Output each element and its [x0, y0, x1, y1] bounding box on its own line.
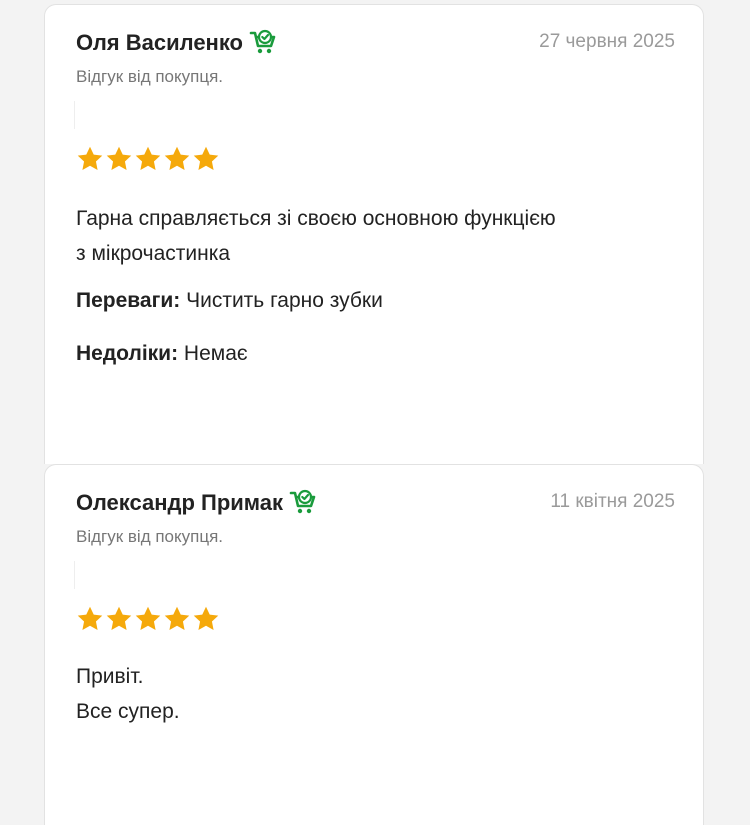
cons-label: Недоліки: [76, 342, 179, 365]
author-name[interactable]: Оля Василенко [76, 30, 243, 56]
cart-check-icon [289, 489, 316, 514]
reviews-page: Оля Василенко 27 червня 2025 Відгук від … [0, 0, 750, 825]
cons-value: Немає [183, 342, 248, 365]
star-icon [77, 146, 103, 170]
star-icon [164, 146, 190, 170]
review-card: Оля Василенко 27 червня 2025 Відгук від … [44, 4, 704, 464]
review-text-line: Все супер. [76, 700, 180, 723]
star-icon [77, 606, 103, 630]
buyer-review-label: Відгук від покупця. [76, 527, 224, 546]
cart-check-icon [249, 29, 276, 54]
buyer-review-label: Відгук від покупця. [76, 67, 224, 86]
rating-stars [76, 145, 220, 173]
review-text-line: Гарна справляється зі своєю основною фун… [76, 207, 556, 230]
review-text-line: Привіт. [76, 665, 144, 688]
review-text: Привіт. Все супер. [76, 659, 676, 729]
review-text: Гарна справляється зі своєю основною фун… [76, 201, 676, 271]
review-date: 11 квітня 2025 [550, 491, 675, 512]
star-icon [164, 606, 190, 630]
star-icon [135, 606, 161, 630]
divider [74, 101, 75, 129]
review-card: Олександр Примак 11 квітня 2025 Відгук в… [44, 464, 704, 825]
review-author: Олександр Примак [76, 489, 317, 517]
star-icon [106, 606, 132, 630]
review-cons: Недоліки: Немає [76, 342, 248, 366]
review-date: 27 червня 2025 [539, 31, 675, 52]
review-author: Оля Василенко [76, 29, 277, 57]
star-icon [106, 146, 132, 170]
pros-value: Чистить гарно зубки [186, 289, 383, 312]
review-text-line: з мікрочастинка [76, 242, 231, 265]
review-pros: Переваги: Чистить гарно зубки [76, 289, 383, 313]
star-icon [135, 146, 161, 170]
rating-stars [76, 605, 220, 633]
pros-label: Переваги: [76, 289, 181, 312]
author-name[interactable]: Олександр Примак [76, 490, 283, 516]
star-icon [193, 146, 219, 170]
star-icon [193, 606, 219, 630]
divider [74, 561, 75, 589]
